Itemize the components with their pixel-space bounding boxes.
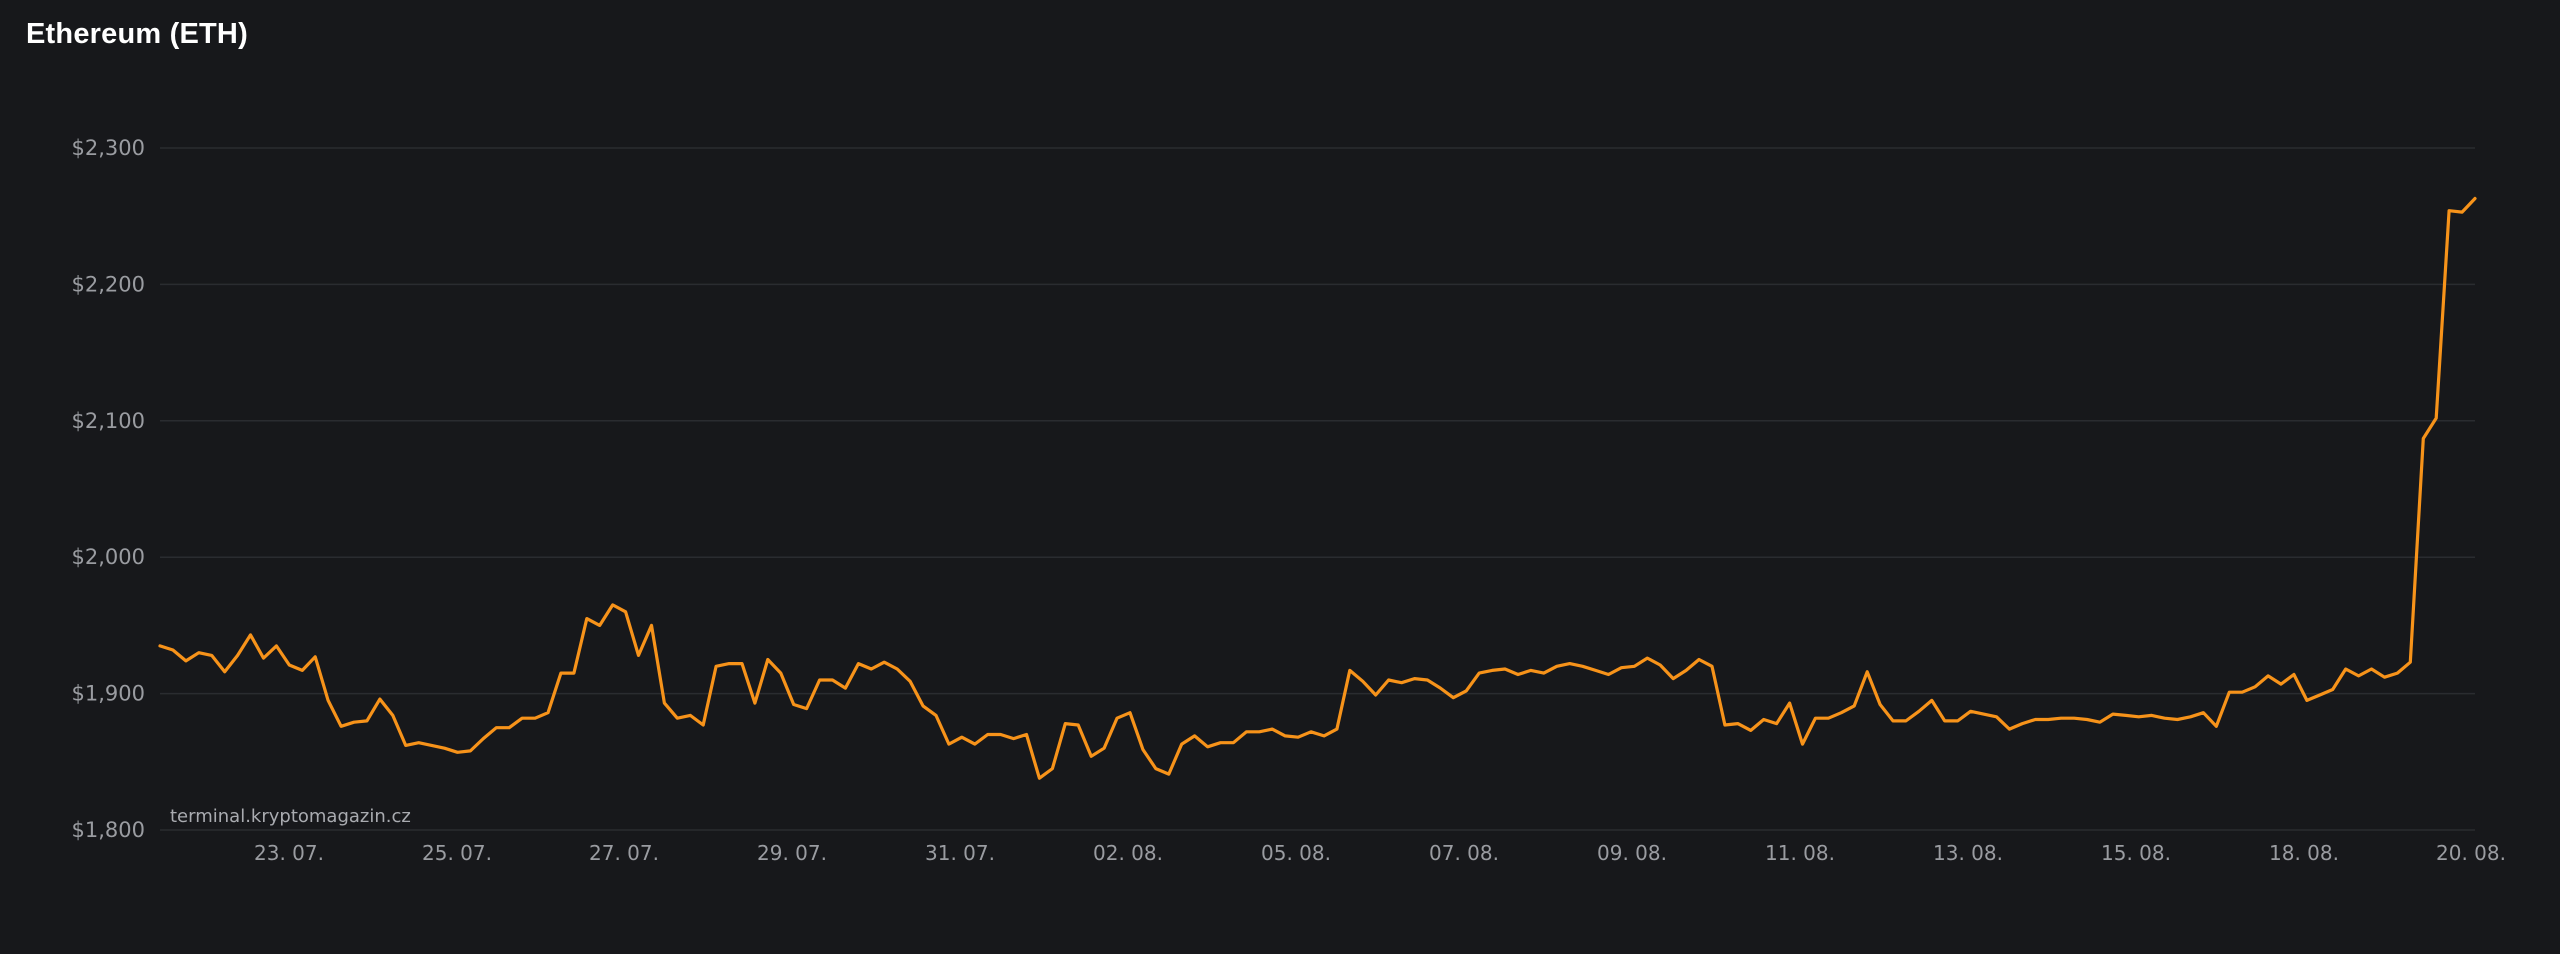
x-tick-label: 25. 07. xyxy=(422,841,492,865)
x-tick-label: 15. 08. xyxy=(2101,841,2171,865)
y-axis: $1,800 $1,900 $2,000 $2,100 $2,200 $2,300 xyxy=(72,136,145,842)
x-tick-label: 29. 07. xyxy=(757,841,827,865)
x-tick-label: 11. 08. xyxy=(1765,841,1835,865)
y-tick-label: $2,200 xyxy=(72,272,145,296)
price-line xyxy=(158,196,2477,780)
x-tick-label: 07. 08. xyxy=(1429,841,1499,865)
series-layer xyxy=(158,196,2477,780)
y-tick-label: $1,800 xyxy=(72,818,145,842)
y-tick-label: $1,900 xyxy=(72,682,145,706)
x-tick-label: 18. 08. xyxy=(2269,841,2339,865)
x-tick-label: 02. 08. xyxy=(1093,841,1163,865)
watermark-text: terminal.kryptomagazin.cz xyxy=(170,806,411,827)
x-tick-label: 23. 07. xyxy=(254,841,324,865)
y-tick-label: $2,300 xyxy=(72,136,145,160)
x-tick-label: 20. 08. xyxy=(2436,841,2506,865)
x-tick-label: 09. 08. xyxy=(1597,841,1667,865)
x-tick-label: 27. 07. xyxy=(589,841,659,865)
x-tick-label: 05. 08. xyxy=(1261,841,1331,865)
x-axis: 23. 07. 25. 07. 27. 07. 29. 07. 31. 07. 02. 0… xyxy=(254,841,2506,865)
chart-page: Ethereum (ETH) $1,800 $1,900 $2,000 $2,100 $… xyxy=(0,0,2560,954)
y-tick-label: $2,100 xyxy=(72,409,145,433)
line-chart: $1,800 $1,900 $2,000 $2,100 $2,200 $2,300 23.… xyxy=(72,136,2506,865)
y-tick-label: $2,000 xyxy=(72,545,145,569)
x-tick-label: 31. 07. xyxy=(925,841,995,865)
x-tick-label: 13. 08. xyxy=(1933,841,2003,865)
